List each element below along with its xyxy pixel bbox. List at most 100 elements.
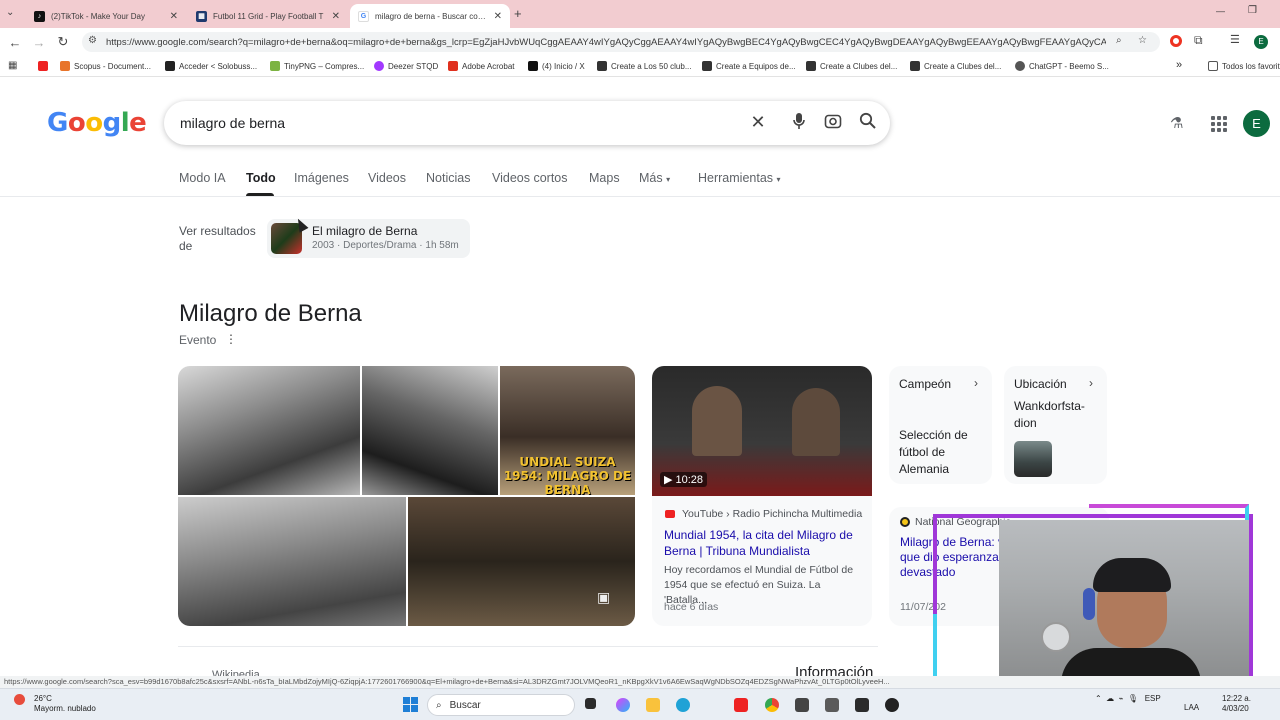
bookmark-star-icon[interactable]: ☆ (1138, 35, 1147, 46)
fact-card-champion[interactable]: Campeón › Selección de fútbol de Alemani… (889, 366, 992, 484)
bookmark-item[interactable]: Scopus - Document... (60, 61, 151, 71)
profile-avatar-small[interactable]: E (1254, 35, 1268, 49)
more-options-icon[interactable]: ⋮ (225, 332, 237, 346)
tab-search-icon[interactable]: ⌄ (6, 7, 14, 18)
bookmark-youtube[interactable] (38, 61, 52, 71)
weather-temp: 26°C (34, 694, 52, 703)
tab-mas[interactable]: Más ▾ (639, 171, 670, 185)
stadium-thumbnail[interactable] (1014, 441, 1052, 477)
search-input[interactable]: milagro de berna (180, 115, 285, 131)
clear-search-icon[interactable]: ✕ (747, 112, 769, 133)
bookmark-item[interactable]: Acceder < Solobuss... (165, 61, 257, 71)
zoom-icon[interactable]: ⌕ (1116, 35, 1122, 46)
close-tab-icon[interactable]: ✕ (494, 11, 502, 22)
chrome-icon[interactable] (765, 698, 779, 712)
see-results-meta: 2003 · Deportes/Drama · 1h 58m (312, 240, 459, 251)
lens-camera-icon[interactable] (822, 112, 844, 135)
google-apps-icon[interactable] (1211, 116, 1227, 132)
back-arrow-icon[interactable]: ← (3, 30, 27, 54)
selected-tab-indicator (246, 193, 274, 196)
bookmark-label: Scopus - Document... (74, 61, 151, 71)
x-icon (528, 61, 538, 71)
url-text[interactable]: https://www.google.com/search?q=milagro+… (106, 37, 1106, 48)
app-icon[interactable] (855, 698, 869, 712)
tab-videos-cortos[interactable]: Videos cortos (492, 171, 568, 185)
input-language-layout: LAA (1184, 703, 1200, 712)
task-view-icon[interactable] (585, 698, 596, 709)
google-icon: G (358, 10, 369, 22)
see-results-title: El milagro de Berna (312, 224, 418, 238)
input-language[interactable]: ESP (1145, 694, 1161, 703)
knowledge-panel-subtitle: Evento (179, 333, 217, 347)
google-logo[interactable]: Google (47, 108, 147, 138)
tab-videos[interactable]: Videos (368, 171, 406, 185)
headset (1083, 588, 1095, 620)
bookmark-item[interactable]: Adobe Acrobat (448, 61, 514, 71)
tab-maps[interactable]: Maps (589, 171, 620, 185)
page-icon (702, 61, 712, 71)
minimize-button[interactable]: — (1216, 6, 1225, 16)
browser-tab-tiktok[interactable]: ♪ (2)TikTok - Make Your Day ✕ (26, 4, 186, 28)
tab-imagenes[interactable]: Imágenes (294, 171, 349, 185)
all-bookmarks-folder[interactable]: Todos los favoritos (1208, 61, 1280, 71)
account-avatar[interactable]: E (1243, 110, 1270, 137)
image-gallery-icon[interactable]: ▣ (597, 589, 610, 606)
team-celebration-photo[interactable] (178, 366, 360, 495)
tab-mas-label: Más (639, 171, 663, 185)
search-icon[interactable] (856, 112, 878, 134)
match-action-photo[interactable] (178, 497, 406, 626)
bookmark-item[interactable]: Deezer STQD (374, 61, 438, 71)
labs-flask-icon[interactable]: ⚗ (1170, 114, 1183, 132)
forward-arrow-icon[interactable]: → (27, 30, 51, 54)
youtube-icon[interactable] (734, 698, 748, 712)
extensions-puzzle-icon[interactable]: ⧉ (1194, 33, 1203, 48)
video-card[interactable]: ▶ 10:28 YouTube › Radio Pichincha Multim… (652, 366, 872, 626)
tab-noticias[interactable]: Noticias (426, 171, 470, 185)
taskbar-clock[interactable]: 12:22 a. 4/03/20 (1222, 694, 1251, 714)
opera-extension-icon[interactable] (1170, 35, 1182, 47)
copilot-icon[interactable] (616, 698, 630, 712)
tab-herramientas[interactable]: Herramientas ▾ (698, 171, 781, 185)
app-icon[interactable] (825, 698, 839, 712)
media-control-icon[interactable]: ☰ (1230, 33, 1240, 46)
tab-todo[interactable]: Todo (246, 171, 276, 185)
tiktok-icon: ♪ (34, 10, 45, 22)
bookmark-label: (4) Inicio / X (542, 61, 585, 71)
webcam-overlay (933, 504, 1258, 694)
players-entering-photo[interactable] (408, 497, 635, 626)
apps-grid-icon[interactable]: ▦ (8, 60, 17, 71)
close-tab-icon[interactable]: ✕ (332, 11, 340, 22)
windows-start-icon[interactable] (403, 697, 418, 712)
bookmark-item[interactable]: TinyPNG – Compres... (270, 61, 364, 71)
referee-handshake-photo[interactable] (362, 366, 498, 495)
edge-icon[interactable] (676, 698, 690, 712)
link-status-bar: https://www.google.com/search?sca_esv=b9… (0, 676, 1280, 688)
bookmark-item[interactable]: Create a Clubes del... (910, 61, 1001, 71)
bookmark-item[interactable]: Create a Los 50 club... (597, 61, 692, 71)
bookmark-item[interactable]: Create a Clubes del... (806, 61, 897, 71)
file-explorer-icon[interactable] (646, 698, 660, 712)
maximize-button[interactable]: ❐ (1248, 5, 1257, 16)
bookmark-item[interactable]: ChatGPT - Beemo S... (1015, 61, 1109, 71)
bookmark-item[interactable]: Create a Equipos de... (702, 61, 796, 71)
voice-search-icon[interactable] (788, 112, 810, 135)
obs-icon[interactable] (885, 698, 899, 712)
image-mosaic[interactable]: UNDIAL SUIZA 1954: MILAGRO DE BERNA (178, 366, 635, 626)
bookmark-item[interactable]: (4) Inicio / X (528, 61, 585, 71)
site-info-icon[interactable]: ⚙ (88, 35, 97, 46)
bookmarks-overflow-button[interactable]: » (1176, 59, 1182, 71)
tab-modo-ia[interactable]: Modo IA (179, 171, 226, 185)
browser-tab-futbol[interactable]: ▦ Futbol 11 Grid - Play Football T ✕ (188, 4, 348, 28)
windows-taskbar: 26°C Mayorm. nublado ⌕ Buscar ⌃ ☁ ⌁ 🎙 ESP L… (0, 688, 1280, 720)
reload-icon[interactable]: ↻ (51, 30, 75, 54)
address-bar[interactable]: ⚙ https://www.google.com/search?q=milagr… (82, 32, 1160, 52)
new-tab-button[interactable]: + (514, 6, 522, 21)
fact-value: Wankdorfsta-dion (1014, 399, 1085, 430)
video-title-link[interactable]: Mundial 1954, la cita del Milagro de Ber… (664, 527, 864, 559)
search-box[interactable]: milagro de berna ✕ (164, 101, 890, 145)
system-tray[interactable]: ⌃ ☁ ⌁ 🎙 ESP LAA (1095, 694, 1199, 712)
browser-tab-google[interactable]: G milagro de berna - Buscar con G ✕ (350, 4, 510, 28)
taskbar-search[interactable]: ⌕ Buscar (427, 694, 575, 716)
close-tab-icon[interactable]: ✕ (170, 11, 178, 22)
game-controller-icon[interactable] (795, 698, 809, 712)
